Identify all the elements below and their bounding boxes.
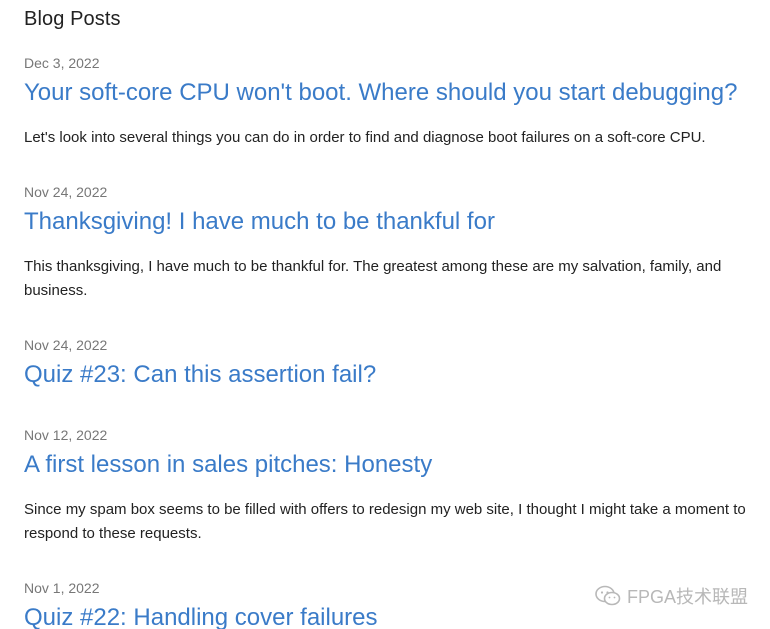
watermark-text: FPGA技术联盟	[626, 587, 748, 607]
post-date: Dec 3, 2022	[24, 55, 100, 71]
post-date: Nov 12, 2022	[24, 427, 108, 443]
wechat-icon	[595, 585, 621, 607]
post-date: Nov 24, 2022	[24, 184, 108, 200]
post-item: Nov 12, 2022 A first lesson in sales pit…	[24, 426, 764, 546]
blog-page: Blog Posts Dec 3, 2022 Your soft-core CP…	[0, 0, 770, 629]
post-excerpt: This thanksgiving, I have much to be tha…	[24, 258, 722, 299]
post-item: Nov 24, 2022 Quiz #23: Can this assertio…	[24, 336, 764, 390]
post-title-link[interactable]: Quiz #23: Can this assertion fail?	[24, 360, 764, 390]
post-item: Dec 3, 2022 Your soft-core CPU won't boo…	[24, 54, 764, 150]
post-excerpt: Let's look into several things you can d…	[24, 129, 706, 146]
watermark: FPGA技术联盟	[595, 583, 748, 609]
page-title: Blog Posts	[24, 8, 121, 30]
post-date: Nov 24, 2022	[24, 337, 108, 353]
post-title-link[interactable]: Your soft-core CPU won't boot. Where sho…	[24, 78, 764, 108]
post-item: Nov 24, 2022 Thanksgiving! I have much t…	[24, 183, 764, 303]
post-title-link[interactable]: A first lesson in sales pitches: Honesty	[24, 450, 764, 480]
post-title-link[interactable]: Thanksgiving! I have much to be thankful…	[24, 207, 764, 237]
post-excerpt: Since my spam box seems to be filled wit…	[24, 501, 746, 542]
